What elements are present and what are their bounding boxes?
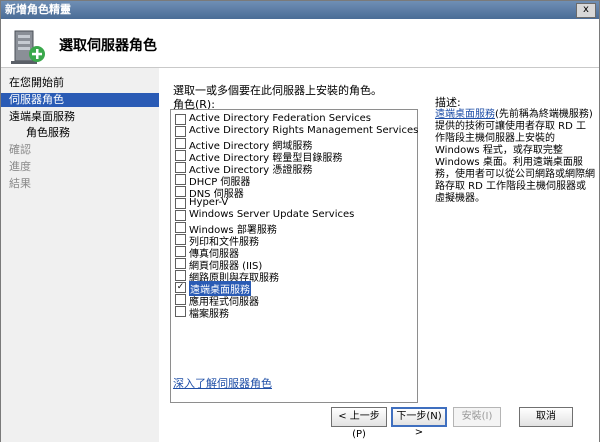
description-text: 遠端桌面服務(先前稱為終端機服務) 提供的技術可讓使用者存取 RD 工作階段主機… (435, 109, 595, 205)
nav-item-progress: 進度 (9, 160, 31, 173)
role-checkbox[interactable] (175, 198, 186, 209)
cancel-button[interactable]: 取消 (519, 407, 573, 427)
role-checkbox[interactable] (175, 246, 186, 257)
next-button[interactable]: 下一步(N) > (391, 407, 447, 438)
nav-item-remote-desktop-services[interactable]: 遠端桌面服務 (1, 110, 159, 124)
button-bar: < 上一步(P) 下一步(N) > 安裝(I) 取消 (159, 407, 599, 440)
wizard-window: 新增角色精靈 x 選取伺服器角色 在您開始前 伺服器角色 遠端桌面服務 角色服務… (0, 0, 600, 442)
nav-item-server-roles[interactable]: 伺服器角色 (1, 93, 159, 107)
learn-more-link[interactable]: 深入了解伺服器角色 (173, 375, 272, 391)
main-content: 選取一或多個要在此伺服器上安裝的角色。 角色(R): Active Direct… (159, 68, 599, 442)
role-label: Windows Server Update Services (189, 209, 355, 220)
role-checkbox[interactable] (175, 174, 186, 185)
back-button[interactable]: < 上一步(P) (331, 407, 387, 440)
description-heading: 描述: (435, 96, 461, 109)
role-checkbox-checked[interactable]: ✓ (175, 282, 186, 293)
role-checkbox[interactable] (175, 234, 186, 245)
role-checkbox[interactable] (175, 162, 186, 173)
role-label: Active Directory Federation Services (189, 113, 371, 124)
role-checkbox[interactable] (175, 294, 186, 305)
wizard-header: 選取伺服器角色 (1, 19, 599, 68)
role-checkbox[interactable] (175, 270, 186, 281)
role-label: Active Directory Rights Management Servi… (189, 125, 419, 136)
role-checkbox[interactable] (175, 186, 186, 197)
close-button[interactable]: x (576, 3, 596, 18)
role-checkbox[interactable] (175, 150, 186, 161)
nav-item-confirmation: 確認 (9, 143, 31, 156)
page-title: 選取伺服器角色 (59, 38, 157, 54)
role-checkbox[interactable] (175, 210, 186, 221)
title-bar: 新增角色精靈 x (1, 1, 599, 19)
role-list[interactable]: Active Directory Federation Services Act… (170, 109, 418, 403)
role-checkbox[interactable] (175, 222, 186, 233)
install-button: 安裝(I) (453, 407, 501, 427)
description-link[interactable]: 遠端桌面服務 (435, 109, 495, 120)
server-add-icon (11, 30, 45, 64)
nav-item-before-you-begin[interactable]: 在您開始前 (1, 76, 159, 90)
nav-item-results: 結果 (9, 177, 31, 190)
role-checkbox[interactable] (175, 126, 186, 137)
role-checkbox[interactable] (175, 138, 186, 149)
wizard-nav: 在您開始前 伺服器角色 遠端桌面服務 角色服務 確認 進度 結果 (1, 68, 159, 442)
role-item[interactable]: 檔案服務 (175, 306, 415, 320)
role-checkbox[interactable] (175, 306, 186, 317)
role-label: 檔案服務 (189, 309, 229, 320)
nav-item-role-services[interactable]: 角色服務 (1, 126, 159, 140)
role-label: Hyper-V (189, 197, 229, 208)
description-body: (先前稱為終端機服務) 提供的技術可讓使用者存取 RD 工作階段主機伺服器上安裝… (435, 109, 595, 204)
role-checkbox[interactable] (175, 258, 186, 269)
role-checkbox[interactable] (175, 114, 186, 125)
window-title: 新增角色精靈 (5, 3, 71, 16)
